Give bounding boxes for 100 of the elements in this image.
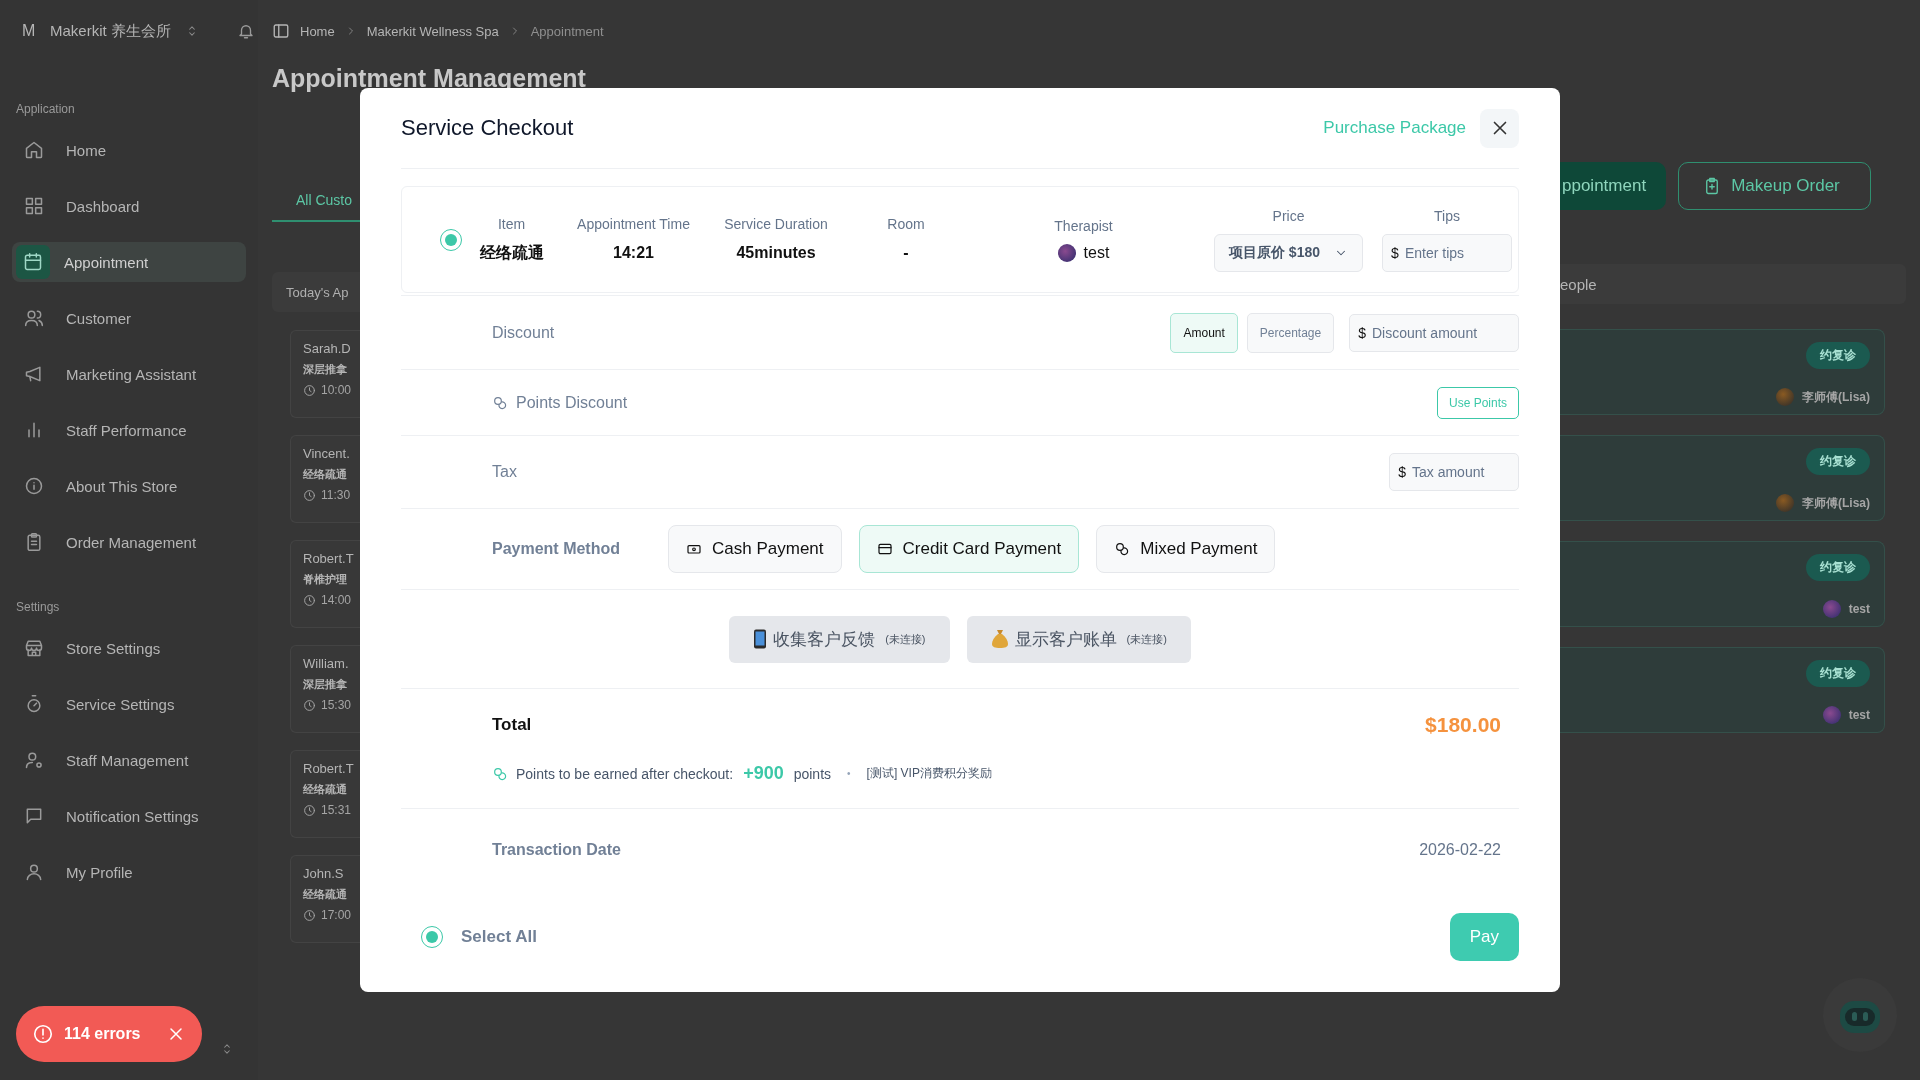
avatar bbox=[1822, 600, 1841, 618]
tax-label: Tax bbox=[492, 463, 517, 481]
status-badge: 约复诊 bbox=[1806, 342, 1870, 369]
appointment-card[interactable]: 约复诊 test bbox=[1560, 541, 1885, 627]
nav-item[interactable]: Order Management bbox=[12, 522, 246, 562]
select-all-label: Select All bbox=[461, 927, 537, 947]
appointment-card[interactable]: William. 深层推拿 15:30 bbox=[290, 645, 360, 733]
text-input[interactable]: Enter tips bbox=[1398, 244, 1511, 261]
nav-item[interactable]: Appointment bbox=[12, 242, 246, 282]
nav-item[interactable]: Dashboard bbox=[12, 186, 246, 226]
section-title: Application bbox=[15, 101, 76, 118]
status-badge: 约复诊 bbox=[1806, 660, 1870, 687]
tips-field[interactable]: $ Enter tips bbox=[1382, 233, 1512, 272]
nav-item[interactable]: Service Settings bbox=[12, 684, 246, 724]
device-button[interactable]: 收集客户反馈 (未连接) bbox=[729, 615, 950, 663]
nav-item[interactable]: Notification Settings bbox=[12, 796, 246, 836]
clock-icon bbox=[303, 383, 316, 397]
nav-item[interactable]: Customer bbox=[12, 298, 246, 338]
therapist-name: 李师傅(Lisa) bbox=[1802, 494, 1870, 512]
discount-type-button[interactable]: Percentage bbox=[1246, 312, 1335, 353]
error-toast[interactable]: 114 errors bbox=[16, 1006, 202, 1062]
select-all-radio[interactable] bbox=[421, 926, 443, 948]
breadcrumb-link[interactable]: Appointment bbox=[530, 23, 604, 39]
item-value: - bbox=[903, 242, 909, 263]
panel-header: eople bbox=[1560, 264, 1906, 304]
text-input[interactable]: Tax amount bbox=[1406, 464, 1518, 480]
column-label: Tips bbox=[1434, 207, 1460, 224]
appointment-time: 10:00 bbox=[321, 383, 352, 397]
clipboard-icon bbox=[24, 532, 44, 552]
chat-bubble-icon bbox=[24, 806, 44, 826]
payment-method-button[interactable]: Cash Payment bbox=[668, 525, 842, 573]
appointment-card[interactable]: Vincent. 经络疏通 11:30 bbox=[290, 435, 360, 523]
discount-type-button[interactable]: Amount bbox=[1170, 312, 1238, 353]
service-name: 经络疏通 bbox=[303, 782, 347, 797]
alert-icon bbox=[32, 1023, 54, 1045]
close-button[interactable] bbox=[1480, 108, 1519, 148]
appointment-card[interactable]: John.S 经络疏通 17:00 bbox=[290, 855, 360, 943]
user-icon bbox=[24, 862, 44, 882]
total-amount: $180.00 bbox=[1425, 713, 1501, 737]
new-appointment-button[interactable]: ppointment bbox=[1560, 162, 1667, 210]
service-name: 深层推拿 bbox=[303, 362, 347, 377]
text-input[interactable]: Discount amount bbox=[1366, 324, 1518, 341]
therapist-name: test bbox=[1848, 708, 1870, 722]
appointment-time: 15:30 bbox=[321, 698, 352, 712]
item-radio[interactable] bbox=[440, 228, 462, 251]
transaction-date: 2026-02-22 bbox=[1419, 841, 1501, 859]
customer-name: Robert.T bbox=[303, 551, 354, 566]
breadcrumb-link[interactable]: Makerkit Wellness Spa bbox=[366, 23, 499, 39]
avatar bbox=[1776, 494, 1794, 512]
store-icon bbox=[24, 638, 44, 658]
nav-item[interactable]: My Profile bbox=[12, 852, 246, 892]
item-value: 经络疏通 bbox=[479, 242, 544, 263]
home-icon bbox=[24, 140, 44, 160]
nav-item[interactable]: Store Settings bbox=[12, 628, 246, 668]
phone-icon bbox=[753, 629, 768, 649]
breadcrumb-link[interactable]: Home bbox=[300, 23, 335, 39]
appointment-time: 14:00 bbox=[321, 593, 352, 607]
panel-header: Today's Ap bbox=[272, 272, 360, 312]
workspace-switcher[interactable]: Makerkit 养生会所 bbox=[50, 21, 199, 41]
coins-icon bbox=[492, 765, 508, 782]
customer-name: John.S bbox=[303, 866, 344, 881]
appointment-time: 17:00 bbox=[321, 908, 352, 922]
coins-icon bbox=[1114, 541, 1131, 557]
nav-item[interactable]: Staff Management bbox=[12, 740, 246, 780]
appointment-card[interactable]: Sarah.D 深层推拿 10:00 bbox=[290, 330, 360, 418]
clock-icon bbox=[303, 698, 316, 712]
therapist-name: test bbox=[1083, 243, 1110, 262]
stopwatch-icon bbox=[24, 694, 44, 714]
nav-item[interactable]: Home bbox=[12, 130, 246, 170]
appointment-card[interactable]: 约复诊 test bbox=[1560, 647, 1885, 733]
nav-item[interactable]: About This Store bbox=[12, 466, 246, 506]
points-earned-label: Points to be earned after checkout: bbox=[516, 765, 734, 782]
therapist-name: 李师傅(Lisa) bbox=[1802, 388, 1870, 406]
nav-item[interactable]: Marketing Assistant bbox=[12, 354, 246, 394]
discount-amount-field[interactable]: $ Discount amount bbox=[1349, 313, 1519, 352]
nav-item[interactable]: Staff Performance bbox=[12, 410, 246, 450]
tax-amount-field[interactable]: $ Tax amount bbox=[1389, 453, 1519, 491]
status-badge: 约复诊 bbox=[1806, 448, 1870, 475]
therapist-name: test bbox=[1848, 602, 1870, 616]
dialog-title: Service Checkout bbox=[401, 115, 574, 141]
appointment-card[interactable]: Robert.T 经络疏通 15:31 bbox=[290, 750, 360, 838]
service-name: 经络疏通 bbox=[303, 467, 347, 482]
bell-icon bbox=[236, 22, 255, 40]
reward-rule-note: [测试] VIP消费积分奖励 bbox=[866, 765, 992, 782]
avatar bbox=[1057, 243, 1076, 262]
payment-method-button[interactable]: Credit Card Payment bbox=[858, 525, 1080, 573]
appointment-card[interactable]: 约复诊 李师傅(Lisa) bbox=[1560, 329, 1885, 415]
status-badge: 约复诊 bbox=[1806, 554, 1870, 581]
column-label: Service Duration bbox=[724, 215, 828, 232]
column-label: Therapist bbox=[1054, 217, 1113, 234]
appointment-card[interactable]: Robert.T 脊椎护理 14:00 bbox=[290, 540, 360, 628]
avatar bbox=[1822, 706, 1841, 724]
grid-icon bbox=[24, 196, 44, 216]
device-button[interactable]: 显示客户账单 (未连接) bbox=[966, 615, 1191, 663]
payment-method-button[interactable]: Mixed Payment bbox=[1096, 525, 1276, 573]
appointment-card[interactable]: 约复诊 李师傅(Lisa) bbox=[1560, 435, 1885, 521]
discount-label: Discount bbox=[492, 323, 555, 342]
makeup-order-button[interactable]: Makeup Order bbox=[1678, 162, 1871, 210]
price-select[interactable]: 项目原价 $180 bbox=[1213, 233, 1363, 272]
clock-icon bbox=[303, 908, 316, 922]
